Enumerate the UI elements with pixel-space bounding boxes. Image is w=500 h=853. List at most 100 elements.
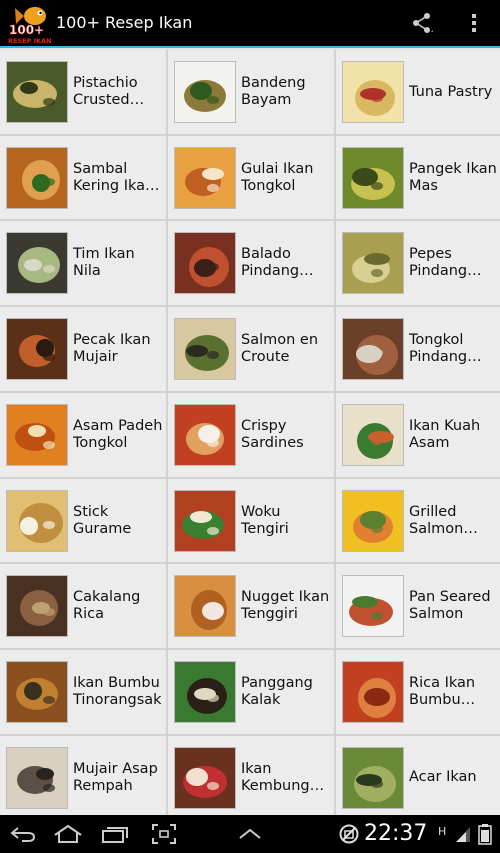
recipe-item[interactable]: Rica Ikan Bumbu Pedas — [336, 650, 500, 734]
share-button[interactable] — [402, 0, 442, 46]
recipe-item[interactable]: Salmon en Croute — [168, 307, 334, 391]
recipe-thumbnail — [6, 661, 68, 723]
screenshot-button[interactable] — [148, 815, 180, 853]
recipe-thumbnail — [6, 747, 68, 809]
recipe-title: Salmon en Croute — [241, 332, 319, 365]
recipe-item[interactable]: Panggang Kalak — [168, 650, 334, 734]
recipe-title: Gulai Ikan Tongkol — [241, 161, 314, 194]
app-logo[interactable]: 100+ RESEP IKAN — [7, 3, 52, 45]
home-button[interactable] — [50, 815, 86, 853]
screenshot-icon — [152, 824, 176, 844]
recipe-item[interactable]: Tongkol Pindang Kecap — [336, 307, 500, 391]
recipe-item[interactable]: Nugget Ikan Tenggiri — [168, 564, 334, 648]
recipe-title: Tuna Pastry — [409, 84, 493, 100]
recipe-title: Asam Padeh Tongkol — [73, 418, 163, 451]
recipe-thumbnail — [174, 147, 236, 209]
recipe-title: Woku Tengiri — [241, 504, 289, 537]
battery-icon — [478, 815, 492, 853]
back-icon — [10, 827, 36, 842]
recipe-title: Pan Seared Salmon — [409, 589, 491, 622]
recipe-title: Crispy Sardines — [241, 418, 304, 451]
recipe-thumbnail — [342, 490, 404, 552]
recipe-item[interactable]: Tim Ikan Nila — [0, 221, 166, 305]
recipe-thumbnail — [6, 318, 68, 380]
back-button[interactable] — [6, 815, 40, 853]
recipe-title: Pepes Pindang Ikan Tongkol — [409, 246, 468, 279]
recipe-title: Pangek Ikan Mas — [409, 161, 497, 194]
recipe-item[interactable]: Ikan Bumbu Tinorangsak — [0, 650, 166, 734]
svg-text:100+: 100+ — [9, 23, 44, 37]
menu-up-icon — [239, 828, 261, 839]
recipe-thumbnail — [342, 232, 404, 294]
recipe-item[interactable]: Tuna Pastry — [336, 50, 500, 134]
recipe-title: Sambal Kering Ikan Teri — [73, 161, 155, 194]
recipe-thumbnail — [174, 61, 236, 123]
recipe-item[interactable]: Woku Tengiri — [168, 479, 334, 562]
signal-icon — [454, 815, 472, 853]
recipe-item[interactable]: Pangek Ikan Mas — [336, 136, 500, 219]
recipe-item[interactable]: Stick Gurame — [0, 479, 166, 562]
recipe-thumbnail — [174, 747, 236, 809]
overflow-menu-button[interactable] — [456, 0, 492, 46]
recipe-thumbnail — [6, 61, 68, 123]
home-icon — [54, 824, 82, 843]
system-bar: 22:37 H — [0, 815, 500, 853]
recipe-thumbnail — [6, 404, 68, 466]
recipe-thumbnail — [6, 147, 68, 209]
recipe-title: Rica Ikan Bumbu Pedas — [409, 675, 476, 708]
recipe-thumbnail — [342, 747, 404, 809]
recipe-thumbnail — [342, 147, 404, 209]
android-debug-icon — [338, 815, 360, 853]
recipe-item[interactable]: Ikan Kembung Bakar — [168, 736, 334, 819]
recipe-thumbnail — [342, 404, 404, 466]
clock: 22:37 — [364, 821, 428, 846]
recipe-title: Tim Ikan Nila — [73, 246, 135, 279]
share-icon — [413, 13, 433, 33]
recipe-title: Balado Pindang Mini — [241, 246, 300, 279]
recipe-thumbnail — [6, 490, 68, 552]
recipe-item[interactable]: Pepes Pindang Ikan Tongkol — [336, 221, 500, 305]
menu-button[interactable] — [234, 815, 266, 853]
recipe-item[interactable]: Pistachio Crusted Salmon — [0, 50, 166, 134]
recipe-item[interactable]: Balado Pindang Mini — [168, 221, 334, 305]
recipe-thumbnail — [174, 232, 236, 294]
recipe-thumbnail — [174, 661, 236, 723]
app-title: 100+ Resep Ikan — [56, 13, 193, 32]
recipe-title: Panggang Kalak — [241, 675, 313, 708]
recipe-title: Ikan Bumbu Tinorangsak — [73, 675, 162, 708]
recipe-title: Bandeng Bayam — [241, 75, 306, 108]
recipe-item[interactable]: Gulai Ikan Tongkol — [168, 136, 334, 219]
recipe-title: Ikan Kembung Bakar — [241, 761, 310, 794]
recipe-thumbnail — [342, 661, 404, 723]
recipe-thumbnail — [174, 404, 236, 466]
recipe-item[interactable]: Asam Padeh Tongkol — [0, 393, 166, 477]
action-bar: 100+ RESEP IKAN 100+ Resep Ikan — [0, 0, 500, 48]
recipe-thumbnail — [174, 490, 236, 552]
recipe-item[interactable]: Acar Ikan — [336, 736, 500, 819]
recipe-thumbnail — [174, 575, 236, 637]
recipe-title: Pistachio Crusted Salmon — [73, 75, 138, 108]
recipe-item[interactable]: Bandeng Bayam — [168, 50, 334, 134]
recipe-thumbnail — [6, 232, 68, 294]
recipe-thumbnail — [174, 318, 236, 380]
recipe-item[interactable]: Pecak Ikan Mujair — [0, 307, 166, 391]
recipe-item[interactable]: Pan Seared Salmon — [336, 564, 500, 648]
recipe-title: Nugget Ikan Tenggiri — [241, 589, 330, 622]
recipe-item[interactable]: Crispy Sardines — [168, 393, 334, 477]
recent-apps-button[interactable] — [98, 815, 132, 853]
recipe-item[interactable]: Ikan Kuah Asam — [336, 393, 500, 477]
recipe-title: Stick Gurame — [73, 504, 132, 537]
overflow-menu-icon — [472, 14, 476, 32]
recipe-title: Acar Ikan — [409, 769, 477, 785]
recipe-item[interactable]: Grilled Salmon with Mango Salsa — [336, 479, 500, 562]
recipe-thumbnail — [342, 575, 404, 637]
recent-apps-icon — [102, 827, 128, 843]
recipe-title: Grilled Salmon with Mango Salsa — [409, 504, 464, 537]
recipe-item[interactable]: Mujair Asap Rempah — [0, 736, 166, 819]
recipe-item[interactable]: Cakalang Rica — [0, 564, 166, 648]
recipe-grid: Pistachio Crusted Salmon Bandeng Bayam Tun… — [0, 50, 500, 819]
recipe-title: Mujair Asap Rempah — [73, 761, 158, 794]
network-type-label: H — [438, 824, 447, 838]
recipe-item[interactable]: Sambal Kering Ikan Teri — [0, 136, 166, 219]
recipe-thumbnail — [342, 61, 404, 123]
